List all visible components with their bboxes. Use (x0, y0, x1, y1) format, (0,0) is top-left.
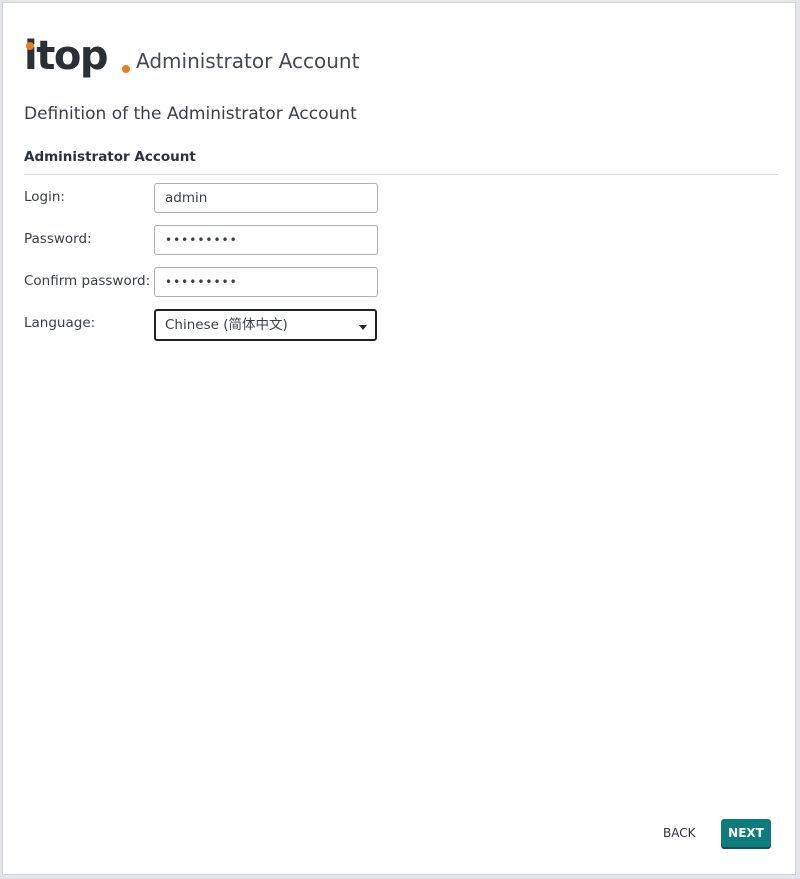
next-button[interactable]: NEXT (721, 819, 771, 847)
section-title: Administrator Account (24, 149, 196, 165)
language-select[interactable]: Chinese (简体中文) (154, 309, 377, 341)
confirm-password-row: Confirm password: (24, 267, 424, 297)
confirm-password-input[interactable] (154, 267, 378, 297)
language-selected-value: Chinese (简体中文) (165, 317, 288, 333)
setup-wizard-window: itop Administrator Account Definition of… (2, 2, 796, 875)
logo-text: itop (24, 33, 108, 79)
login-row: Login: (24, 183, 424, 213)
password-label: Password: (24, 231, 92, 247)
password-row: Password: (24, 225, 424, 255)
section-divider (24, 174, 778, 175)
language-label: Language: (24, 315, 96, 331)
back-button[interactable]: BACK (659, 820, 699, 846)
header: itop Administrator Account (24, 33, 359, 87)
logo-dot-icon (122, 65, 130, 73)
page-title: Administrator Account (136, 49, 360, 73)
password-input[interactable] (154, 225, 378, 255)
logo-dot-icon (26, 42, 34, 50)
login-label: Login: (24, 189, 65, 205)
login-input[interactable] (154, 183, 378, 213)
itop-logo: itop (24, 33, 130, 85)
chevron-down-icon (359, 325, 367, 330)
language-row: Language: Chinese (简体中文) (24, 309, 424, 341)
confirm-password-label: Confirm password: (24, 273, 151, 289)
page-subtitle: Definition of the Administrator Account (24, 104, 357, 124)
